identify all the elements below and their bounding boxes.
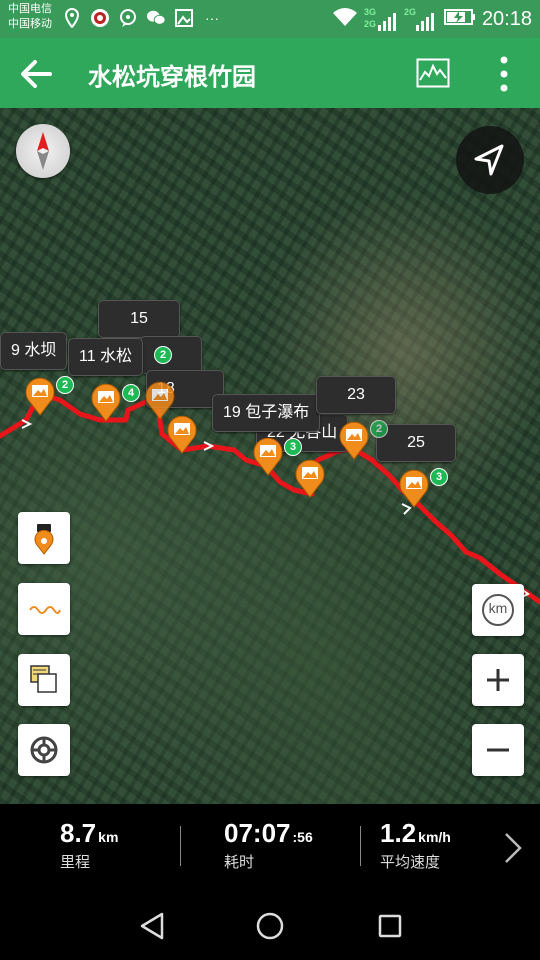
photo-pin[interactable] <box>90 382 122 422</box>
back-button[interactable] <box>16 54 56 94</box>
stat-divider <box>180 826 181 866</box>
photo-pin[interactable] <box>24 376 56 416</box>
elevation-chart-button[interactable] <box>416 58 450 88</box>
status-bar: 中国电信 中国移动 ··· 3G 2G 2G 20:18 <box>0 0 540 38</box>
distance-unit: km <box>98 829 119 845</box>
track-style-button[interactable] <box>18 583 70 635</box>
signal-icon-1: 3G 2G <box>364 7 398 33</box>
waypoint-label[interactable]: 15 <box>98 300 180 338</box>
carrier-info: 中国电信 中国移动 <box>8 2 52 32</box>
photo-pin-icon <box>253 437 283 476</box>
photo-pin-icon <box>167 415 197 454</box>
nav-recents-button[interactable] <box>372 908 408 944</box>
layers-button[interactable] <box>18 654 70 706</box>
km-toggle-button[interactable]: km <box>472 584 524 636</box>
app-bar: 水松坑穿根竹园 <box>0 38 540 108</box>
minus-icon <box>487 748 509 752</box>
map-view[interactable]: 15 9 水坝 11 水松 18 22 无各山 19 包子瀑布 23 25 2 … <box>0 108 540 804</box>
photo-count-badge: 2 <box>56 376 74 394</box>
stat-divider <box>360 826 361 866</box>
my-location-button[interactable] <box>456 126 524 194</box>
message-icon <box>118 8 138 28</box>
system-status: 3G 2G 2G 20:18 <box>332 6 532 33</box>
photo-pin-icon <box>399 469 429 508</box>
speed-stat: 1.2 km/h 平均速度 <box>380 818 451 872</box>
photo-pin[interactable] <box>398 468 430 508</box>
distance-label: 里程 <box>60 854 91 871</box>
waypoint-label[interactable]: 23 <box>316 376 396 414</box>
more-options-button[interactable] <box>490 54 518 94</box>
carrier-1: 中国电信 <box>8 3 52 15</box>
system-nav-bar <box>0 888 540 960</box>
photo-pin[interactable] <box>294 458 326 498</box>
photo-pin[interactable] <box>166 414 198 454</box>
battery-charging-icon <box>443 8 476 31</box>
notification-icons: ··· <box>62 8 222 28</box>
waypoint-label[interactable]: 11 水松 <box>68 338 144 376</box>
app-notification-icon <box>90 8 110 28</box>
photo-pin-icon <box>339 421 369 460</box>
km-label: km <box>488 600 508 616</box>
photo-pin-icon <box>25 377 55 416</box>
photo-pin[interactable] <box>252 436 284 476</box>
photo-count-badge: 2 <box>370 420 388 438</box>
settings-button[interactable] <box>18 724 70 776</box>
square-recents-icon <box>378 914 402 938</box>
marker-icon <box>34 524 54 555</box>
photo-count-badge: 3 <box>284 438 302 456</box>
photo-count-badge: 2 <box>154 346 172 364</box>
duration-stat: 07:07:56 耗时 <box>224 818 313 872</box>
page-title: 水松坑穿根竹园 <box>88 64 256 91</box>
triangle-back-icon <box>140 912 164 940</box>
waypoint-label[interactable]: 9 水坝 <box>0 332 68 370</box>
lifebuoy-icon <box>30 736 58 764</box>
zoom-out-button[interactable] <box>472 724 524 776</box>
elevation-chart-icon <box>416 58 450 88</box>
location-icon <box>62 8 82 28</box>
compass-icon <box>37 132 49 170</box>
wechat-icon <box>146 8 166 28</box>
next-stats-button[interactable] <box>498 828 528 868</box>
plus-icon <box>487 669 509 691</box>
more-vert-icon <box>500 56 508 92</box>
photo-count-badge: 3 <box>430 468 448 486</box>
photo-pin-icon <box>91 383 121 422</box>
more-notifications-icon: ··· <box>205 10 219 26</box>
chevron-right-icon <box>505 833 522 863</box>
duration-label: 耗时 <box>224 854 255 871</box>
speed-value: 1.2 <box>380 818 417 848</box>
back-arrow-icon <box>21 60 52 88</box>
compass-button[interactable] <box>16 124 70 178</box>
layers-icon <box>30 665 57 693</box>
signal-icon-2: 2G <box>404 7 438 33</box>
distance-value: 8.7 <box>60 818 97 848</box>
clock: 20:18 <box>481 8 532 30</box>
navigation-arrow-icon <box>474 144 504 176</box>
photo-count-badge: 4 <box>122 384 140 402</box>
zoom-in-button[interactable] <box>472 654 524 706</box>
add-marker-button[interactable] <box>18 512 70 564</box>
carrier-2: 中国移动 <box>8 18 52 30</box>
speed-unit: km/h <box>418 829 451 845</box>
speed-label: 平均速度 <box>380 854 441 871</box>
wave-icon <box>29 606 61 614</box>
photo-pin[interactable] <box>338 420 370 460</box>
image-icon <box>174 8 194 28</box>
circle-home-icon <box>256 912 284 940</box>
nav-home-button[interactable] <box>252 908 288 944</box>
nav-back-button[interactable] <box>134 908 170 944</box>
duration-seconds: :56 <box>292 829 313 845</box>
waypoint-label[interactable]: 19 包子瀑布 <box>212 394 321 432</box>
duration-value: 07:07 <box>224 818 291 848</box>
waypoint-label[interactable]: 25 <box>376 424 456 462</box>
photo-pin-icon <box>295 459 325 498</box>
wifi-icon <box>332 6 358 33</box>
trip-stats-bar: 8.7 km 里程 07:07:56 耗时 1.2 km/h 平均速度 <box>0 804 540 888</box>
distance-stat: 8.7 km 里程 <box>60 818 118 872</box>
